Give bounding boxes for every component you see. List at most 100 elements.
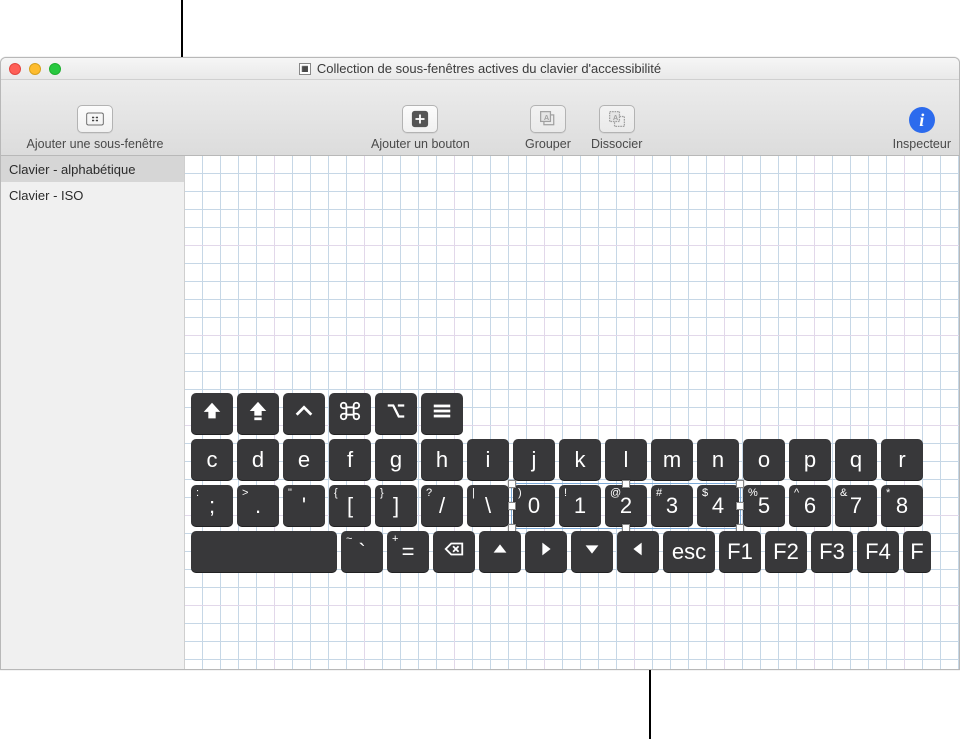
key-o[interactable]: o <box>743 439 785 481</box>
key-/[interactable]: ?/ <box>421 485 463 527</box>
zoom-window-button[interactable] <box>49 63 61 75</box>
key-m[interactable]: m <box>651 439 693 481</box>
sidebar-item-label: Clavier - alphabétique <box>9 162 135 177</box>
key-c[interactable]: c <box>191 439 233 481</box>
key-label: . <box>255 493 261 519</box>
ungroup-button[interactable]: A <box>599 105 635 133</box>
shift-up-key[interactable] <box>191 393 233 435</box>
key-g[interactable]: g <box>375 439 417 481</box>
key-q[interactable]: q <box>835 439 877 481</box>
key-k[interactable]: k <box>559 439 601 481</box>
arrow-left-key[interactable] <box>617 531 659 573</box>
key-h[interactable]: h <box>421 439 463 481</box>
key-label: o <box>758 447 770 473</box>
toolbar-inspector: i Inspecteur <box>893 107 951 151</box>
key-r[interactable]: r <box>881 439 923 481</box>
capslock-key[interactable] <box>237 393 279 435</box>
arrow-right-key[interactable] <box>525 531 567 573</box>
key-label: g <box>390 447 402 473</box>
key-e[interactable]: e <box>283 439 325 481</box>
key-super-label: % <box>748 487 758 499</box>
add-panel-label: Ajouter une sous-fenêtre <box>27 137 164 151</box>
spacebar-key[interactable] <box>191 531 337 573</box>
sidebar-item-iso[interactable]: Clavier - ISO <box>1 182 184 208</box>
selection-handle[interactable] <box>622 480 630 488</box>
add-panel-button[interactable] <box>77 105 113 133</box>
key-label: i <box>486 447 491 473</box>
close-window-button[interactable] <box>9 63 21 75</box>
key-p[interactable]: p <box>789 439 831 481</box>
key-label: d <box>252 447 264 473</box>
key-d[interactable]: d <box>237 439 279 481</box>
key-esc[interactable]: esc <box>663 531 715 573</box>
key-label: j <box>532 447 537 473</box>
key-\[interactable]: |\ <box>467 485 509 527</box>
inspector-label: Inspecteur <box>893 137 951 151</box>
arrow-up-key[interactable] <box>479 531 521 573</box>
selection-rectangle[interactable] <box>511 483 741 529</box>
key-f1[interactable]: F1 <box>719 531 761 573</box>
toolbar-add-panel: Ajouter une sous-fenêtre <box>5 105 185 151</box>
delete-key[interactable] <box>433 531 475 573</box>
key-label: F4 <box>865 539 891 565</box>
selection-handle[interactable] <box>736 480 744 488</box>
sidebar-item-label: Clavier - ISO <box>9 188 83 203</box>
svg-text:A: A <box>613 113 619 122</box>
control-key[interactable] <box>283 393 325 435</box>
inspector-button[interactable]: i <box>909 107 935 133</box>
key-f4[interactable]: F4 <box>857 531 899 573</box>
panel-editor-window: ▦ Collection de sous-fenêtres actives du… <box>0 57 960 670</box>
key-;[interactable]: :; <box>191 485 233 527</box>
panel-list-sidebar: Clavier - alphabétique Clavier - ISO <box>1 156 185 669</box>
key-][interactable]: }] <box>375 485 417 527</box>
key-super-label: ? <box>426 487 432 499</box>
key-=[interactable]: += <box>387 531 429 573</box>
key-f[interactable]: F <box>903 531 931 573</box>
key-6[interactable]: ^6 <box>789 485 831 527</box>
command-key[interactable] <box>329 393 371 435</box>
key-j[interactable]: j <box>513 439 555 481</box>
key-super-label: { <box>334 487 338 499</box>
key-f2[interactable]: F2 <box>765 531 807 573</box>
key-l[interactable]: l <box>605 439 647 481</box>
arrow-down-key[interactable] <box>571 531 613 573</box>
key-8[interactable]: *8 <box>881 485 923 527</box>
group-button[interactable]: A <box>530 105 566 133</box>
key-label: n <box>712 447 724 473</box>
key-label: esc <box>672 539 706 565</box>
key-`[interactable]: ~` <box>341 531 383 573</box>
key-n[interactable]: n <box>697 439 739 481</box>
key-7[interactable]: &7 <box>835 485 877 527</box>
option-key[interactable] <box>375 393 417 435</box>
key-'[interactable]: "' <box>283 485 325 527</box>
add-button-button[interactable] <box>402 105 438 133</box>
group-label: Grouper <box>525 137 571 151</box>
panel-canvas[interactable]: cdefghijklmnopqr :;>."'{[}]?/|\)0!1@2#3$… <box>185 156 959 669</box>
arrow-up-icon <box>489 538 511 566</box>
key-[[interactable]: {[ <box>329 485 371 527</box>
selection-handle[interactable] <box>508 480 516 488</box>
selection-handle[interactable] <box>508 502 516 510</box>
group-icon: A <box>539 110 557 128</box>
key-label: f <box>347 447 353 473</box>
key-super-label: ^ <box>794 487 799 499</box>
key-super-label: ~ <box>346 533 352 545</box>
key-label: \ <box>485 493 491 519</box>
key-label: F3 <box>819 539 845 565</box>
list-key[interactable] <box>421 393 463 435</box>
titlebar: ▦ Collection de sous-fenêtres actives du… <box>1 58 959 80</box>
key-label: [ <box>347 493 353 519</box>
key-5[interactable]: %5 <box>743 485 785 527</box>
sidebar-item-alphabetic[interactable]: Clavier - alphabétique <box>1 156 184 182</box>
key-f[interactable]: f <box>329 439 371 481</box>
minimize-window-button[interactable] <box>29 63 41 75</box>
selection-handle[interactable] <box>736 502 744 510</box>
key-label: c <box>207 447 218 473</box>
ungroup-label: Dissocier <box>591 137 642 151</box>
key-f3[interactable]: F3 <box>811 531 853 573</box>
key-.[interactable]: >. <box>237 485 279 527</box>
command-icon <box>339 400 361 428</box>
key-label: e <box>298 447 310 473</box>
toolbar-add-button: Ajouter un bouton <box>371 105 470 151</box>
key-i[interactable]: i <box>467 439 509 481</box>
